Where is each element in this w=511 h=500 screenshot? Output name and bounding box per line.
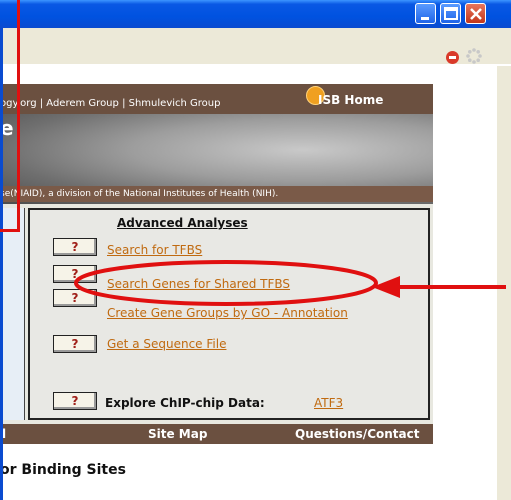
nav-separator: | (122, 98, 126, 109)
footer-site-map-link[interactable]: Site Map (148, 424, 207, 444)
minimize-button[interactable] (415, 3, 436, 24)
red-callout-box (0, 0, 20, 232)
link-get-sequence-file[interactable]: Get a Sequence File (107, 337, 226, 351)
close-button[interactable] (465, 3, 486, 24)
link-atf3[interactable]: ATF3 (314, 396, 343, 410)
nav-link-aderem[interactable]: Aderem Group (46, 98, 119, 109)
help-button-gene-groups[interactable]: ? (53, 289, 97, 307)
help-button-shared-tfbs[interactable]: ? (53, 265, 97, 283)
maximize-button[interactable] (440, 3, 461, 24)
close-icon (470, 8, 482, 20)
help-button-search-tfbs[interactable]: ? (53, 238, 97, 256)
footer-contact-link[interactable]: Questions/Contact (295, 424, 419, 444)
throbber-icon (466, 48, 482, 64)
help-button-chip-chip[interactable]: ? (53, 392, 97, 410)
isb-home-link[interactable]: ISB Home (318, 89, 383, 111)
footer-bar: l Site Map Questions/Contact (0, 424, 433, 444)
top-nav: ogy.org | Aderem Group | Shmulevich Grou… (0, 93, 220, 115)
link-search-genes-shared-tfbs[interactable]: Search Genes for Shared TFBS (107, 277, 290, 291)
vertical-scrollbar[interactable] (497, 66, 511, 500)
advanced-analyses-title: Advanced Analyses (117, 216, 248, 230)
stop-icon[interactable] (446, 51, 459, 64)
browser-toolbar (0, 28, 511, 64)
minimize-icon (421, 17, 429, 20)
section-heading: or Binding Sites (0, 462, 126, 478)
link-create-gene-groups[interactable]: Create Gene Groups by GO - Annotation (107, 306, 348, 320)
nav-separator: | (39, 98, 44, 109)
help-button-sequence-file[interactable]: ? (53, 335, 97, 353)
maximize-icon (444, 7, 458, 20)
funding-notice: se(NIAID), a division of the National In… (0, 186, 433, 202)
chip-chip-label: Explore ChIP-chip Data: (105, 396, 265, 410)
nav-link-shmulevich[interactable]: Shmulevich Group (129, 98, 221, 109)
link-search-tfbs[interactable]: Search for TFBS (107, 243, 202, 257)
left-panel (0, 208, 25, 420)
